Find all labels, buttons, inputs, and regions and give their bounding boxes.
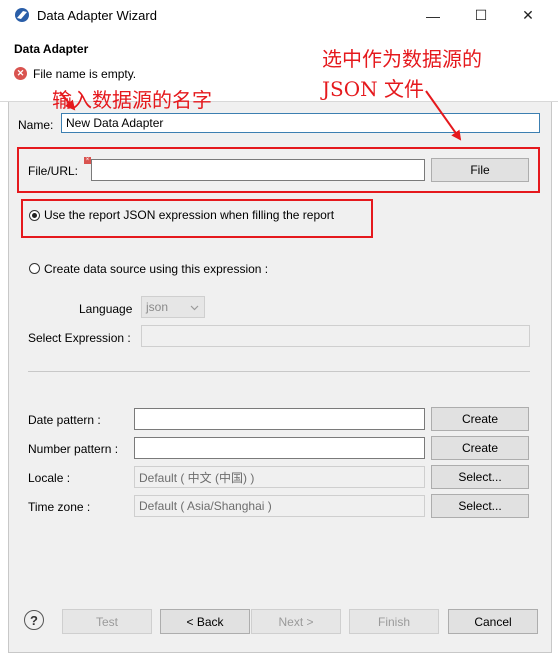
- json-hint-arrow: [425, 90, 462, 141]
- name-hint-arrow: [59, 91, 76, 111]
- annotation-arrows: [59, 90, 462, 141]
